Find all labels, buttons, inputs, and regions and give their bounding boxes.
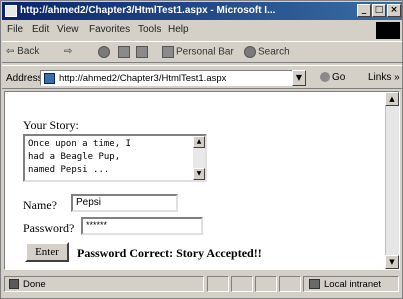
toolbar: ⇦ Back ⇨ Personal Bar Search [2,41,402,63]
story-label: Your Story: [23,118,79,132]
search-label: Search [258,46,290,58]
password-label: Password? [23,221,75,235]
home-button[interactable] [136,46,150,58]
password-input[interactable]: ****** [81,217,203,235]
story-text: Once upon a time, I had a Beagle Pup, na… [28,139,131,175]
story-scroll-up-icon[interactable]: ▲ [193,136,205,148]
title-bar[interactable]: http://ahmed2/Chapter3/HtmlTest1.aspx - … [2,2,402,20]
status-pane-2 [231,276,253,292]
window-title: http://ahmed2/Chapter3/HtmlTest1.aspx - … [20,5,276,16]
story-scrollbar[interactable]: ▲ ▼ [193,136,205,180]
close-button[interactable]: × [387,4,401,17]
minimize-button[interactable]: _ [357,4,371,17]
forward-button[interactable]: ⇨ [64,46,72,57]
menu-tools[interactable]: Tools [138,24,161,35]
go-button[interactable]: Go [320,72,345,83]
address-bar: Address http://ahmed2/Chapter3/HtmlTest1… [2,65,402,89]
search-icon [244,46,256,58]
go-label: Go [332,72,346,83]
personal-bar-button[interactable]: Personal Bar [162,46,234,58]
go-arrow-icon [320,72,330,83]
menu-help[interactable]: Help [168,24,189,35]
enter-button[interactable]: Enter [25,242,69,262]
status-pane-3 [255,276,277,292]
name-label: Name? [23,198,57,212]
status-pane-1 [207,276,229,292]
windows-logo-icon [376,22,400,39]
story-scroll-down-icon[interactable]: ▼ [193,168,205,180]
zone-text: Local intranet [324,279,382,290]
refresh-button[interactable] [118,46,132,58]
address-url: http://ahmed2/Chapter3/HtmlTest1.aspx [59,73,227,84]
back-label: ⇦ Back [6,46,40,57]
maximize-button[interactable]: □ [372,4,386,17]
links-button[interactable]: Links » [368,72,400,83]
ie-page-icon [5,5,17,17]
result-message: Password Correct: Story Accepted!! [77,246,262,260]
page-content: ▲ ▼ Your Story: Once upon a time, I had … [4,91,400,270]
menu-edit[interactable]: Edit [32,24,49,35]
story-textarea[interactable]: Once upon a time, I had a Beagle Pup, na… [23,134,207,182]
name-input[interactable]: Pepsi [71,194,178,212]
personal-bar-icon [162,46,174,58]
personal-bar-label: Personal Bar [176,46,234,58]
address-label: Address [6,73,43,84]
status-zone-pane: Local intranet [303,276,399,292]
scroll-down-arrow-icon[interactable]: ▼ [385,255,399,269]
menu-bar: File Edit View Favorites Tools Help [2,21,402,39]
status-bar: Done Local intranet [2,273,402,295]
status-pane-4 [279,276,301,292]
vertical-scrollbar[interactable]: ▲ ▼ [385,92,399,269]
home-icon [136,46,148,58]
menu-file[interactable]: File [7,24,23,35]
stop-button[interactable] [98,46,112,58]
stop-icon [98,46,110,58]
status-text: Done [23,279,46,290]
menu-view[interactable]: View [57,24,79,35]
page-done-icon [9,279,19,289]
refresh-icon [118,46,130,58]
page-icon [44,73,55,84]
intranet-zone-icon [309,279,320,289]
search-button[interactable]: Search [244,46,290,58]
back-button[interactable]: ⇦ Back [6,46,39,57]
forward-label: ⇨ [64,46,73,57]
address-dropdown-button[interactable]: ▼ [292,70,306,86]
scroll-up-arrow-icon[interactable]: ▲ [385,92,399,106]
menu-favorites[interactable]: Favorites [89,24,130,35]
status-pane-main: Done [4,276,204,292]
browser-window: http://ahmed2/Chapter3/HtmlTest1.aspx - … [0,0,403,299]
address-input[interactable]: http://ahmed2/Chapter3/HtmlTest1.aspx [40,70,306,86]
